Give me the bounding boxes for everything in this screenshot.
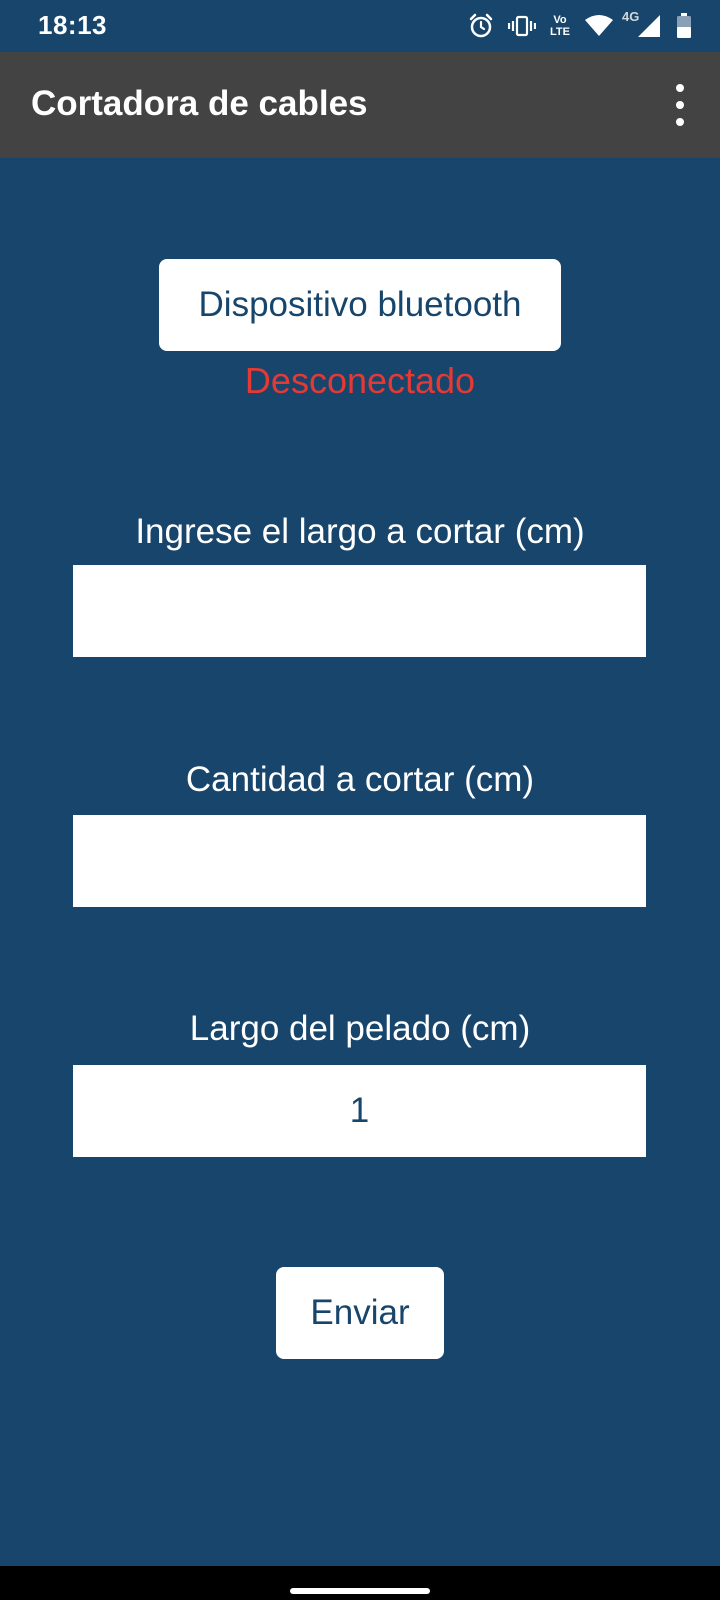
alarm-icon bbox=[469, 13, 493, 38]
status-time: 18:13 bbox=[38, 10, 107, 40]
connection-status: Desconectado bbox=[244, 360, 476, 401]
volte-bottom-label: LTE bbox=[550, 26, 570, 38]
wifi-icon bbox=[585, 15, 613, 36]
battery-icon bbox=[677, 13, 691, 38]
volte-top-label: Vo bbox=[553, 14, 567, 26]
strip-length-label: Largo del pelado (cm) bbox=[189, 1009, 531, 1048]
send-button[interactable]: Enviar bbox=[276, 1267, 444, 1359]
length-label: Ingrese el largo a cortar (cm) bbox=[135, 512, 585, 551]
vibrate-icon bbox=[508, 15, 537, 37]
signal-icon: 4G bbox=[622, 9, 662, 39]
menu-dot bbox=[676, 101, 684, 109]
menu-dot bbox=[676, 118, 684, 126]
navigation-bar bbox=[0, 1566, 720, 1600]
strip-length-input[interactable] bbox=[73, 1065, 646, 1157]
status-icons: Vo LTE 4G bbox=[468, 9, 692, 42]
home-gesture-handle[interactable] bbox=[290, 1588, 430, 1594]
quantity-input[interactable] bbox=[73, 815, 646, 907]
menu-dot bbox=[676, 84, 684, 92]
app-title: Cortadora de cables bbox=[31, 84, 368, 123]
quantity-label: Cantidad a cortar (cm) bbox=[185, 760, 535, 799]
bluetooth-device-button[interactable]: Dispositivo bluetooth bbox=[159, 259, 561, 351]
status-bar: 18:13 Vo LTE 4G bbox=[0, 0, 720, 52]
more-vert-icon[interactable] bbox=[668, 84, 692, 126]
screen: 18:13 Vo LTE 4G Cortadora de cables Disp… bbox=[0, 0, 720, 1600]
app-bar: Cortadora de cables bbox=[0, 52, 720, 158]
length-input[interactable] bbox=[73, 565, 646, 657]
volte-icon: Vo LTE bbox=[550, 14, 570, 38]
